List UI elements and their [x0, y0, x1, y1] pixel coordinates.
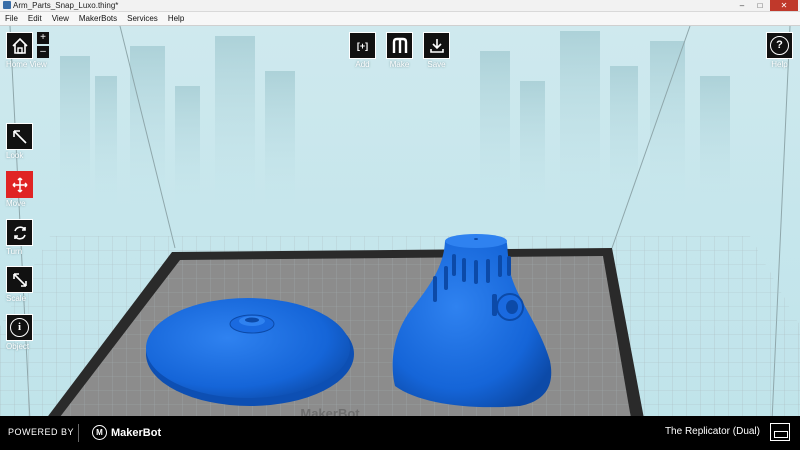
bottom-bar: POWERED BY M MakerBot The Replicator (Du…	[0, 416, 800, 450]
scale-icon	[12, 272, 27, 287]
arrow-diagonal-icon	[12, 129, 27, 144]
info-icon: i	[10, 318, 29, 337]
window-controls: – □ ✕	[734, 0, 798, 11]
scale-button[interactable]	[6, 266, 33, 293]
add-label: Add	[355, 60, 370, 69]
powered-by-text: POWERED BY	[8, 427, 75, 437]
turn-label: Turn	[6, 247, 23, 256]
makerbot-m-icon	[392, 37, 407, 53]
look-label: Look	[6, 151, 24, 160]
home-icon	[11, 37, 28, 54]
window-title: Arm_Parts_Snap_Luxo.thing*	[13, 1, 119, 10]
zoom-in-button[interactable]: +	[37, 32, 49, 44]
zoom-out-button[interactable]: –	[37, 46, 49, 58]
object-tool[interactable]: i Object	[6, 314, 33, 351]
makerbot-logo: M MakerBot	[92, 425, 161, 440]
window-titlebar: Arm_Parts_Snap_Luxo.thing* – □ ✕	[0, 0, 800, 12]
maximize-button[interactable]: □	[752, 0, 768, 11]
object-label: Object	[6, 342, 30, 351]
minimize-button[interactable]: –	[734, 0, 750, 11]
turn-button[interactable]	[6, 219, 33, 246]
move-arrows-icon	[11, 176, 28, 193]
save-tool[interactable]: Save	[423, 32, 450, 69]
home-view-button[interactable]	[6, 32, 33, 59]
scale-tool[interactable]: Scale	[6, 266, 33, 303]
make-button[interactable]	[386, 32, 413, 59]
add-icon: [+]	[356, 40, 369, 51]
rotate-icon	[13, 225, 26, 240]
scale-label: Scale	[6, 294, 27, 303]
help-tool[interactable]: ? Help	[766, 32, 793, 69]
add-tool[interactable]: [+] Add	[349, 32, 376, 69]
printer-name[interactable]: The Replicator (Dual)	[665, 426, 760, 437]
makerbot-logo-word: MakerBot	[111, 426, 162, 439]
makerbot-logo-icon: M	[92, 425, 107, 440]
menu-help[interactable]: Help	[163, 12, 189, 25]
3d-viewport[interactable]: MakerBot Home View + – [+] Add Make Save…	[0, 26, 800, 450]
make-tool[interactable]: Make	[386, 32, 413, 69]
save-label: Save	[427, 60, 446, 69]
save-button[interactable]	[423, 32, 450, 59]
build-scene: MakerBot	[0, 26, 800, 442]
menu-file[interactable]: File	[0, 12, 23, 25]
menu-makerbots[interactable]: MakerBots	[74, 12, 122, 25]
divider	[78, 424, 79, 442]
menu-bar: File Edit View MakerBots Services Help	[0, 12, 800, 26]
home-view-label: Home View	[6, 60, 47, 69]
object-button[interactable]: i	[6, 314, 33, 341]
close-button[interactable]: ✕	[770, 0, 798, 11]
turn-tool[interactable]: Turn	[6, 219, 33, 256]
menu-services[interactable]: Services	[122, 12, 163, 25]
look-button[interactable]	[6, 123, 33, 150]
add-button[interactable]: [+]	[349, 32, 376, 59]
move-label: Move	[6, 199, 26, 208]
help-icon: ?	[770, 36, 789, 55]
help-label: Help	[771, 60, 788, 69]
make-label: Make	[389, 60, 410, 69]
move-button[interactable]	[6, 171, 33, 198]
move-tool[interactable]: Move	[6, 171, 33, 208]
dish-model	[146, 298, 354, 406]
printer-icon[interactable]	[770, 423, 790, 441]
look-tool[interactable]: Look	[6, 123, 33, 160]
zoom-controls: + –	[37, 32, 49, 60]
menu-view[interactable]: View	[47, 12, 74, 25]
download-icon	[429, 38, 444, 53]
app-icon	[3, 1, 11, 9]
menu-edit[interactable]: Edit	[23, 12, 47, 25]
help-button[interactable]: ?	[766, 32, 793, 59]
